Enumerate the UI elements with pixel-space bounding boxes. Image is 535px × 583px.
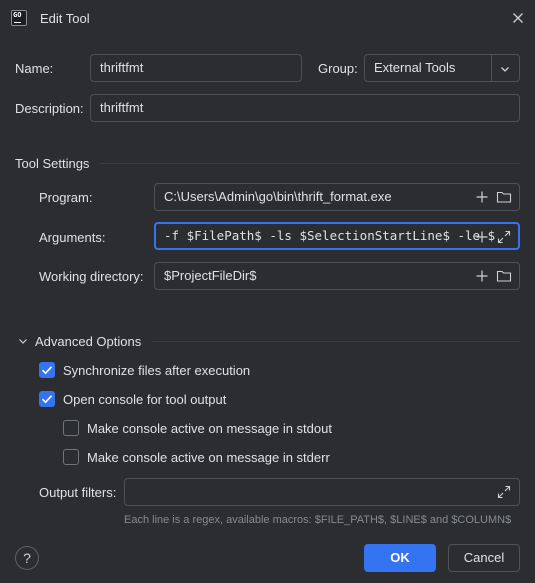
name-field[interactable]: thriftfmt: [90, 54, 302, 82]
window-title: Edit Tool: [40, 11, 90, 26]
section-divider: [100, 163, 520, 164]
description-label: Description:: [15, 101, 84, 116]
console-stdout-label[interactable]: Make console active on message in stdout: [87, 421, 332, 436]
insert-macro-plus-icon[interactable]: [474, 268, 490, 284]
collapse-chevron-icon[interactable]: [15, 333, 31, 349]
group-combobox[interactable]: External Tools: [364, 54, 520, 82]
checkmark-icon: [41, 395, 53, 404]
output-filters-hint: Each line is a regex, available macros: …: [124, 514, 512, 526]
program-label: Program:: [39, 190, 93, 205]
name-label: Name:: [15, 61, 54, 76]
arguments-label: Arguments:: [39, 230, 106, 245]
group-label: Group:: [318, 61, 358, 76]
chevron-down-icon[interactable]: [497, 60, 513, 76]
sync-files-checkbox[interactable]: [39, 362, 55, 378]
tool-settings-heading: Tool Settings: [15, 156, 90, 171]
console-stderr-label[interactable]: Make console active on message in stderr: [87, 450, 330, 465]
close-icon[interactable]: [510, 10, 526, 26]
open-console-label[interactable]: Open console for tool output: [63, 392, 226, 407]
cancel-button[interactable]: Cancel: [448, 544, 520, 572]
output-filters-field[interactable]: [124, 478, 520, 506]
ok-button[interactable]: OK: [364, 544, 436, 572]
program-field[interactable]: C:\Users\Admin\go\bin\thrift_format.exe: [154, 183, 520, 211]
output-filters-label: Output filters:: [39, 485, 117, 500]
console-stderr-checkbox[interactable]: [63, 449, 79, 465]
open-console-checkbox[interactable]: [39, 391, 55, 407]
group-selected-value: External Tools: [374, 60, 456, 75]
sync-files-label[interactable]: Synchronize files after execution: [63, 363, 250, 378]
combo-divider: [491, 55, 492, 81]
working-directory-label: Working directory:: [39, 269, 144, 284]
browse-folder-icon[interactable]: [496, 189, 512, 205]
description-field[interactable]: thriftfmt: [90, 94, 520, 122]
arguments-field[interactable]: -f $FilePath$ -ls $SelectionStartLine$ -…: [154, 222, 520, 250]
console-stdout-checkbox[interactable]: [63, 420, 79, 436]
working-directory-value: $ProjectFileDir$: [164, 268, 257, 283]
working-directory-field[interactable]: $ProjectFileDir$: [154, 262, 520, 290]
section-divider: [152, 341, 520, 342]
title-bar: GO Edit Tool: [0, 0, 535, 40]
expand-icon[interactable]: [496, 484, 512, 500]
browse-folder-icon[interactable]: [496, 268, 512, 284]
app-logo-icon: GO: [11, 10, 27, 26]
arguments-value: -f $FilePath$ -ls $SelectionStartLine$ -…: [164, 228, 496, 243]
help-button[interactable]: ?: [15, 546, 39, 570]
insert-macro-plus-icon[interactable]: [474, 189, 490, 205]
checkmark-icon: [41, 366, 53, 375]
insert-macro-plus-icon[interactable]: [474, 229, 490, 245]
expand-icon[interactable]: [496, 229, 512, 245]
program-value: C:\Users\Admin\go\bin\thrift_format.exe: [164, 189, 392, 204]
advanced-options-heading[interactable]: Advanced Options: [35, 334, 141, 349]
